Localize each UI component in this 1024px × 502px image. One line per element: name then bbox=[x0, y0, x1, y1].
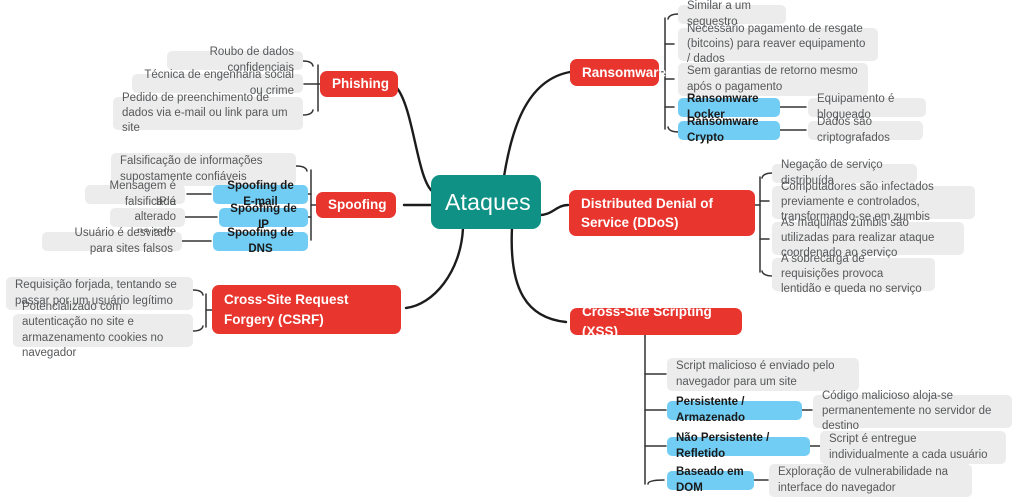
leaf-phishing-2-label: Pedido de preenchimento de dados via e-m… bbox=[122, 91, 288, 135]
leaf-xss-0-label: Script malicioso é enviado pelo navegado… bbox=[676, 360, 835, 388]
leaf-xss-persistente-label: Código malicioso aloja-se permanentement… bbox=[822, 389, 992, 433]
edge-phishing-leaf-2 bbox=[302, 109, 314, 116]
leaf-ddos-1[interactable]: Computadores são infectados previamente … bbox=[772, 181, 975, 223]
leaf-ddos-3-label: A sobrecarga de requisições provoca lent… bbox=[781, 252, 922, 296]
sub-node-spoofing-dns-label: Spoofing de DNS bbox=[227, 226, 294, 255]
branch-node-ransomware-label: Ransomware bbox=[582, 64, 667, 80]
leaf-ransomware-1-label: Necessário pagamento de resgate (bitcoin… bbox=[687, 22, 866, 66]
edge-spoofing-leaf-0 bbox=[295, 165, 308, 172]
edge-root-ransomware bbox=[500, 70, 572, 192]
branch-node-xss-label: Cross-Site Scripting (XSS) bbox=[582, 304, 712, 339]
mindmap-canvas: Ataques Phishing Roubo de dados confiden… bbox=[0, 0, 1024, 502]
root-node-ataques[interactable]: Ataques bbox=[431, 175, 541, 229]
sub-node-xss-persistente[interactable]: Persistente / Armazenado bbox=[667, 396, 802, 424]
leaf-csrf-1[interactable]: Potencializado com autenticação no site … bbox=[13, 301, 193, 359]
leaf-ddos-3[interactable]: A sobrecarga de requisições provoca lent… bbox=[772, 253, 935, 295]
sub-node-spoofing-dns[interactable]: Spoofing de DNS bbox=[213, 227, 308, 255]
leaf-csrf-1-label: Potencializado com autenticação no site … bbox=[22, 300, 164, 359]
sub-node-xss-dom[interactable]: Baseado em DOM bbox=[667, 466, 754, 494]
leaf-spoofing-ip[interactable]: IP é alterado na rede bbox=[110, 196, 185, 238]
sub-node-spoofing-ip[interactable]: Spoofing de IP bbox=[219, 203, 308, 231]
leaf-ransomware-crypto[interactable]: Dados são criptografados bbox=[808, 116, 923, 144]
leaf-xss-refletido-label: Script é entregue individualmente a cada… bbox=[829, 433, 988, 461]
branch-node-csrf-label: Cross-Site Request Forgery (CSRF) bbox=[224, 292, 349, 327]
edge-root-ddos bbox=[536, 203, 570, 217]
branch-node-ddos[interactable]: Distributed Denial of Service (DDoS) bbox=[569, 190, 755, 236]
branch-node-ransomware[interactable]: Ransomware bbox=[570, 59, 667, 86]
edge-root-xss bbox=[510, 226, 568, 324]
edge-xss-sub-2 bbox=[647, 479, 665, 485]
sub-node-ransomware-crypto[interactable]: Ransomware Crypto bbox=[678, 116, 780, 144]
leaf-xss-dom-label: Exploração de vulnerabilidade na interfa… bbox=[778, 466, 949, 494]
leaf-spoofing-dns-label: Usuário é desviado para sites falsos bbox=[74, 227, 173, 255]
leaf-phishing-0[interactable]: Roubo de dados confidenciais bbox=[167, 46, 303, 74]
branch-node-xss[interactable]: Cross-Site Scripting (XSS) bbox=[570, 304, 742, 339]
edge-csrf-leaf-1 bbox=[192, 325, 204, 332]
sub-node-xss-refletido[interactable]: Não Persistente / Refletido bbox=[667, 432, 810, 460]
branch-node-phishing[interactable]: Phishing bbox=[320, 71, 398, 97]
leaf-xss-refletido[interactable]: Script é entregue individualmente a cada… bbox=[820, 431, 1006, 464]
leaf-phishing-2[interactable]: Pedido de preenchimento de dados via e-m… bbox=[113, 92, 303, 134]
edge-phishing-leaf-0 bbox=[302, 60, 314, 67]
leaf-ddos-2[interactable]: As máquinas zumbis são utilizadas para r… bbox=[772, 217, 964, 259]
sub-node-xss-persistente-label: Persistente / Armazenado bbox=[676, 395, 746, 424]
leaf-xss-dom[interactable]: Exploração de vulnerabilidade na interfa… bbox=[769, 464, 972, 497]
sub-node-xss-refletido-label: Não Persistente / Refletido bbox=[676, 431, 770, 460]
sub-node-xss-dom-label: Baseado em DOM bbox=[676, 465, 744, 494]
leaf-ransomware-crypto-label: Dados são criptografados bbox=[817, 116, 890, 144]
leaf-spoofing-dns[interactable]: Usuário é desviado para sites falsos bbox=[42, 227, 182, 255]
branch-node-ddos-label: Distributed Denial of Service (DDoS) bbox=[581, 195, 714, 230]
edge-root-csrf bbox=[404, 226, 465, 310]
branch-node-spoofing[interactable]: Spoofing bbox=[316, 192, 396, 218]
leaf-xss-0[interactable]: Script malicioso é enviado pelo navegado… bbox=[667, 358, 859, 391]
leaf-ransomware-locker[interactable]: Equipamento é bloqueado bbox=[808, 93, 926, 121]
leaf-xss-persistente[interactable]: Código malicioso aloja-se permanentement… bbox=[813, 390, 1012, 432]
edge-root-phishing bbox=[395, 86, 435, 194]
branch-node-phishing-label: Phishing bbox=[332, 76, 389, 92]
branch-node-csrf[interactable]: Cross-Site Request Forgery (CSRF) bbox=[212, 285, 401, 334]
root-node-label: Ataques bbox=[445, 188, 531, 215]
leaf-ransomware-2-label: Sem garantias de retorno mesmo após o pa… bbox=[687, 65, 858, 93]
leaf-ransomware-1[interactable]: Necessário pagamento de resgate (bitcoin… bbox=[678, 23, 878, 65]
branch-node-spoofing-label: Spoofing bbox=[328, 197, 387, 213]
sub-node-ransomware-crypto-label: Ransomware Crypto bbox=[687, 115, 759, 144]
edge-csrf-leaf-0 bbox=[192, 289, 204, 296]
